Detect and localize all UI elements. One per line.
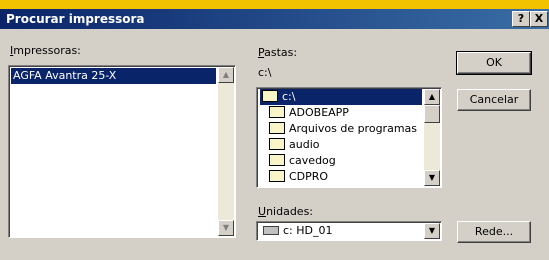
- folder-item[interactable]: ADOBEAPP: [263, 105, 349, 121]
- scroll-up-icon[interactable]: ▲: [424, 89, 440, 105]
- folder-icon: [269, 138, 285, 150]
- folder-open-icon: [262, 90, 278, 102]
- folders-list[interactable]: c:\ ADOBEAPP Arquivos de programas audio…: [256, 87, 442, 188]
- printers-scrollbar[interactable]: ▲ ▼: [218, 67, 234, 236]
- chevron-down-icon[interactable]: ▼: [424, 223, 440, 239]
- folder-icon: [269, 170, 285, 182]
- current-path: c:\: [258, 66, 272, 79]
- network-button[interactable]: Rede...: [457, 221, 531, 243]
- folders-scrollbar[interactable]: ▲ ▼: [424, 89, 440, 186]
- close-button[interactable]: X: [530, 11, 548, 27]
- folder-icon: [269, 122, 285, 134]
- scroll-thumb[interactable]: [424, 105, 440, 123]
- folder-item[interactable]: audio: [263, 137, 319, 153]
- folder-item[interactable]: cavedog: [263, 153, 336, 169]
- title-bar[interactable]: Procurar impressora ? X: [0, 9, 549, 29]
- folder-item[interactable]: c:\: [260, 89, 422, 105]
- scroll-down-icon[interactable]: ▼: [218, 220, 234, 236]
- scroll-down-icon[interactable]: ▼: [424, 170, 440, 186]
- folder-icon: [269, 106, 285, 118]
- printers-label: Impressoras:: [10, 44, 81, 57]
- folder-item[interactable]: CDPRO: [263, 169, 328, 185]
- scroll-up-icon[interactable]: ▲: [218, 67, 234, 83]
- printer-dialog: Procurar impressora ? X Impressoras: AGF…: [0, 9, 549, 260]
- drives-label: Unidades:: [258, 205, 314, 218]
- printer-item[interactable]: AGFA Avantra 25-X: [11, 68, 216, 84]
- cancel-button[interactable]: Cancelar: [457, 89, 531, 111]
- printers-list[interactable]: AGFA Avantra 25-X ▲ ▼: [8, 65, 236, 238]
- drive-value: c: HD_01: [259, 224, 333, 238]
- folder-icon: [269, 154, 285, 166]
- folder-item[interactable]: Arquivos de programas: [263, 121, 417, 137]
- help-button[interactable]: ?: [512, 11, 530, 27]
- ok-button[interactable]: OK: [456, 51, 532, 75]
- hard-drive-icon: [263, 225, 279, 235]
- window-title: Procurar impressora: [6, 12, 145, 26]
- drive-select[interactable]: c: HD_01 ▼: [256, 221, 442, 241]
- folders-label: Pastas:: [258, 46, 298, 59]
